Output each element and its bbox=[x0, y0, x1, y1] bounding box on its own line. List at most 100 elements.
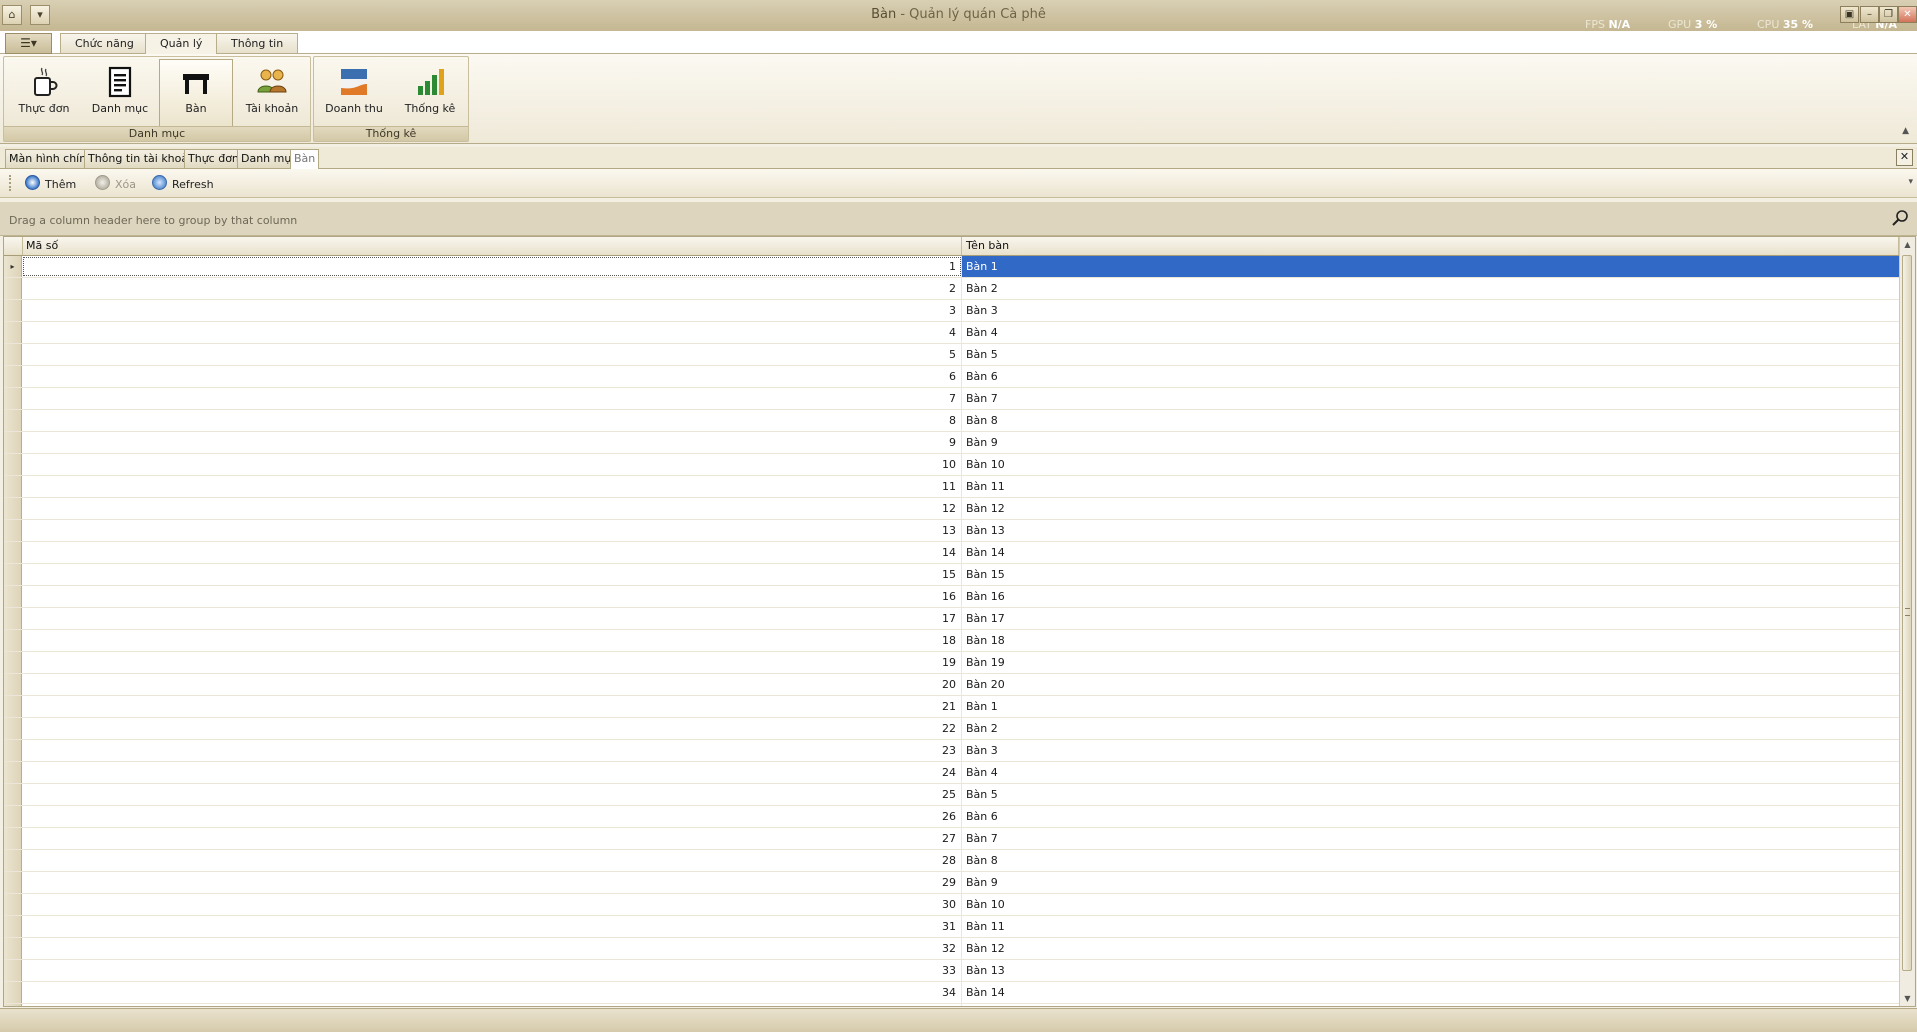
row-indicator[interactable] bbox=[4, 828, 22, 849]
cell-ten-ban[interactable]: Bàn 7 bbox=[962, 828, 1899, 849]
table-row[interactable]: 28 Bàn 8 bbox=[4, 850, 1899, 872]
table-row[interactable]: 14 Bàn 14 bbox=[4, 542, 1899, 564]
cell-ten-ban[interactable]: Bàn 16 bbox=[962, 586, 1899, 607]
table-row[interactable]: 3 Bàn 3 bbox=[4, 300, 1899, 322]
table-row[interactable]: 2 Bàn 2 bbox=[4, 278, 1899, 300]
table-row[interactable]: 9 Bàn 9 bbox=[4, 432, 1899, 454]
table-row[interactable]: 8 Bàn 8 bbox=[4, 410, 1899, 432]
row-indicator[interactable] bbox=[4, 278, 22, 299]
cell-ten-ban[interactable]: Bàn 14 bbox=[962, 982, 1899, 1003]
cell-ma-so[interactable]: 10 bbox=[22, 454, 962, 475]
cell-ma-so[interactable]: 3 bbox=[22, 300, 962, 321]
cell-ma-so[interactable]: 31 bbox=[22, 916, 962, 937]
toolbar-grip-icon[interactable] bbox=[9, 175, 14, 191]
row-indicator[interactable] bbox=[4, 652, 22, 673]
window-options-icon[interactable]: ▣ bbox=[1840, 6, 1859, 23]
row-indicator[interactable] bbox=[4, 300, 22, 321]
ribbon-button-tai-khoan[interactable]: Tài khoản bbox=[235, 59, 309, 127]
table-row[interactable]: 16 Bàn 16 bbox=[4, 586, 1899, 608]
table-row[interactable]: 33 Bàn 13 bbox=[4, 960, 1899, 982]
cell-ma-so[interactable]: 17 bbox=[22, 608, 962, 629]
cell-ten-ban[interactable]: Bàn 9 bbox=[962, 872, 1899, 893]
row-indicator[interactable] bbox=[4, 938, 22, 959]
column-header-ma-so[interactable]: Mã số bbox=[22, 237, 962, 255]
table-row[interactable]: 21 Bàn 1 bbox=[4, 696, 1899, 718]
cell-ma-so[interactable]: 5 bbox=[22, 344, 962, 365]
ribbon-tab-chuc-nang[interactable]: Chức năng bbox=[60, 33, 149, 53]
cell-ten-ban[interactable]: Bàn 18 bbox=[962, 630, 1899, 651]
table-row[interactable]: 6 Bàn 6 bbox=[4, 366, 1899, 388]
table-row[interactable]: 34 Bàn 14 bbox=[4, 982, 1899, 1004]
cell-ten-ban[interactable]: Bàn 15 bbox=[962, 564, 1899, 585]
row-indicator[interactable] bbox=[4, 784, 22, 805]
doc-tab-thong-tin-tai-khoan[interactable]: Thông tin tài khoản bbox=[84, 149, 200, 168]
table-row[interactable]: 18 Bàn 18 bbox=[4, 630, 1899, 652]
table-row[interactable]: 23 Bàn 3 bbox=[4, 740, 1899, 762]
cell-ma-so[interactable]: 11 bbox=[22, 476, 962, 497]
cell-ten-ban[interactable]: Bàn 3 bbox=[962, 740, 1899, 761]
cell-ten-ban[interactable]: Bàn 12 bbox=[962, 498, 1899, 519]
cell-ten-ban[interactable]: Bàn 14 bbox=[962, 542, 1899, 563]
cell-ten-ban[interactable]: Bàn 8 bbox=[962, 410, 1899, 431]
ribbon-button-thong-ke[interactable]: Thống kê bbox=[393, 59, 467, 127]
close-window-icon[interactable]: ✕ bbox=[1898, 6, 1917, 23]
cell-ma-so[interactable]: 15 bbox=[22, 564, 962, 585]
search-icon[interactable] bbox=[1891, 209, 1909, 227]
cell-ten-ban[interactable]: Bàn 20 bbox=[962, 674, 1899, 695]
row-indicator[interactable] bbox=[4, 410, 22, 431]
ribbon-collapse-icon[interactable]: ▲ bbox=[1902, 126, 1909, 136]
row-indicator[interactable] bbox=[4, 454, 22, 475]
application-menu-button[interactable]: ☰▾ bbox=[5, 33, 52, 54]
cell-ma-so[interactable]: 34 bbox=[22, 982, 962, 1003]
table-row[interactable]: 4 Bàn 4 bbox=[4, 322, 1899, 344]
row-indicator[interactable] bbox=[4, 762, 22, 783]
table-row[interactable]: 31 Bàn 11 bbox=[4, 916, 1899, 938]
cell-ma-so[interactable]: 25 bbox=[22, 784, 962, 805]
cell-ma-so[interactable]: 20 bbox=[22, 674, 962, 695]
table-row[interactable]: 32 Bàn 12 bbox=[4, 938, 1899, 960]
add-button[interactable]: Thêm bbox=[25, 175, 76, 191]
cell-ten-ban[interactable]: Bàn 1 bbox=[962, 696, 1899, 717]
row-indicator[interactable] bbox=[4, 630, 22, 651]
table-row[interactable]: 13 Bàn 13 bbox=[4, 520, 1899, 542]
cell-ma-so[interactable]: 32 bbox=[22, 938, 962, 959]
cell-ma-so[interactable]: 30 bbox=[22, 894, 962, 915]
cell-ma-so[interactable]: 24 bbox=[22, 762, 962, 783]
row-indicator[interactable] bbox=[4, 960, 22, 981]
ribbon-button-ban[interactable]: Bàn bbox=[159, 59, 233, 127]
row-indicator[interactable] bbox=[4, 476, 22, 497]
row-indicator[interactable] bbox=[4, 894, 22, 915]
cell-ten-ban[interactable]: Bàn 2 bbox=[962, 718, 1899, 739]
table-row[interactable]: 26 Bàn 6 bbox=[4, 806, 1899, 828]
ribbon-tab-thong-tin[interactable]: Thông tin bbox=[216, 33, 299, 53]
minimize-icon[interactable]: – bbox=[1860, 6, 1879, 23]
table-row[interactable]: 29 Bàn 9 bbox=[4, 872, 1899, 894]
table-row[interactable]: 20 Bàn 20 bbox=[4, 674, 1899, 696]
cell-ten-ban[interactable]: Bàn 1 bbox=[962, 256, 1899, 277]
row-indicator[interactable] bbox=[4, 850, 22, 871]
scroll-up-icon[interactable]: ▲ bbox=[1900, 237, 1915, 252]
row-indicator[interactable] bbox=[4, 982, 22, 1003]
table-row[interactable]: 35Bàn 15 bbox=[4, 1004, 1899, 1006]
cell-ma-so[interactable]: 35 bbox=[22, 1004, 962, 1006]
table-row[interactable]: 19 Bàn 19 bbox=[4, 652, 1899, 674]
cell-ten-ban[interactable]: Bàn 19 bbox=[962, 652, 1899, 673]
cell-ten-ban[interactable]: Bàn 11 bbox=[962, 476, 1899, 497]
row-indicator[interactable] bbox=[4, 366, 22, 387]
cell-ten-ban[interactable]: Bàn 4 bbox=[962, 762, 1899, 783]
cell-ten-ban[interactable]: Bàn 2 bbox=[962, 278, 1899, 299]
ribbon-tab-quan-ly[interactable]: Quản lý bbox=[145, 33, 218, 54]
restore-icon[interactable]: ❐ bbox=[1879, 6, 1898, 23]
cell-ma-so[interactable]: 2 bbox=[22, 278, 962, 299]
cell-ma-so[interactable]: 19 bbox=[22, 652, 962, 673]
cell-ten-ban[interactable]: Bàn 9 bbox=[962, 432, 1899, 453]
cell-ma-so[interactable]: 23 bbox=[22, 740, 962, 761]
cell-ten-ban[interactable]: Bàn 6 bbox=[962, 366, 1899, 387]
column-header-ten-ban[interactable]: Tên bàn bbox=[962, 237, 1899, 255]
group-by-panel[interactable]: Drag a column header here to group by th… bbox=[0, 202, 1917, 236]
vertical-scrollbar[interactable]: ▲ ▼ bbox=[1899, 237, 1915, 1006]
doc-tab-thuc-don[interactable]: Thực đơn bbox=[184, 149, 243, 168]
table-row[interactable]: 12 Bàn 12 bbox=[4, 498, 1899, 520]
cell-ma-so[interactable]: 14 bbox=[22, 542, 962, 563]
row-indicator[interactable] bbox=[4, 542, 22, 563]
